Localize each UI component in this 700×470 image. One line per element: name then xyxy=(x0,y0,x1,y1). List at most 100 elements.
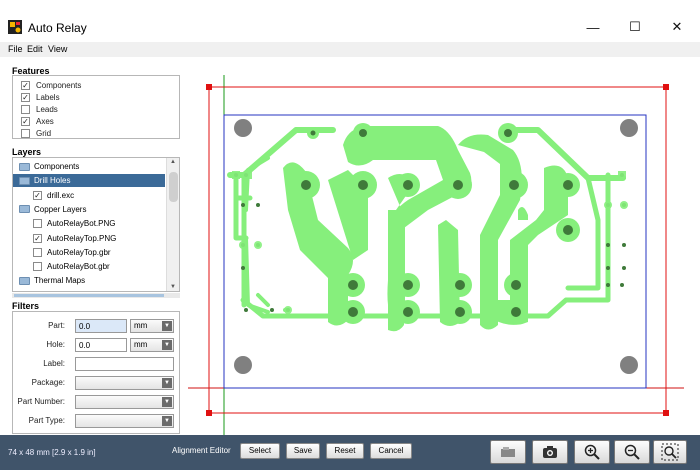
close-icon: ✕ xyxy=(671,19,683,34)
alignment-handle-tr xyxy=(663,84,669,90)
layers-icon xyxy=(501,447,515,457)
hole-label: Hole: xyxy=(46,340,65,349)
scroll-up-icon[interactable]: ▲ xyxy=(170,159,176,165)
layer-label: drill.exc xyxy=(47,190,75,200)
part-label: Part: xyxy=(48,321,65,330)
status-bar: 74 x 48 mm [2.9 x 1.9 in] Alignment Edit… xyxy=(0,435,700,470)
feature-label: Components xyxy=(36,80,82,90)
folder-icon xyxy=(19,205,30,214)
label-label: Label: xyxy=(43,359,65,368)
features-box: Components Labels Leads Axes Grid xyxy=(12,75,180,139)
part-type-select[interactable]: ▼ xyxy=(75,414,174,428)
left-panel: Features ComponentsLabelsLeadsAxesGrid L… xyxy=(0,60,184,435)
chevron-down-icon: ▼ xyxy=(162,321,172,331)
feature-labels-checkbox[interactable]: Labels xyxy=(21,91,60,103)
layers-hscrollbar[interactable] xyxy=(12,293,180,298)
maximize-button[interactable]: ☐ xyxy=(615,14,655,40)
select-button[interactable]: Select xyxy=(240,443,280,459)
feature-grid-checkbox[interactable]: Grid xyxy=(21,127,51,139)
checkbox-icon[interactable] xyxy=(21,92,30,102)
filters-box: Part: mm ▼ Hole: mm ▼ Label: Package: ▼ Pa… xyxy=(12,311,180,434)
package-select[interactable]: ▼ xyxy=(75,376,174,390)
copper-pours xyxy=(283,126,568,332)
layer-label: AutoRelayTop.gbr xyxy=(47,247,111,257)
feature-label: Axes xyxy=(36,116,54,126)
chevron-down-icon: ▼ xyxy=(162,397,172,407)
layer-item-copper-layers[interactable]: Copper Layers xyxy=(13,203,165,216)
reset-button[interactable]: Reset xyxy=(326,443,364,459)
layer-item-autorelaytop-gbr[interactable]: AutoRelayTop.gbr xyxy=(13,246,165,259)
checkbox-icon[interactable] xyxy=(33,262,42,272)
feature-components-checkbox[interactable]: Components xyxy=(21,79,81,91)
feature-label: Grid xyxy=(36,128,52,138)
save-button[interactable]: Save xyxy=(286,443,320,459)
checkbox-icon[interactable] xyxy=(33,233,42,243)
part-number-label: Part Number: xyxy=(17,397,65,406)
layer-item-drill-holes[interactable]: Drill Holes xyxy=(13,174,165,188)
layers-tree[interactable]: Components Drill Holes drill.exc Copper Lay… xyxy=(12,157,180,292)
alignment-handle-br xyxy=(663,410,669,416)
package-label: Package: xyxy=(31,378,65,387)
part-unit-value: mm xyxy=(134,321,148,330)
alignment-handle-bl xyxy=(206,410,212,416)
cancel-button[interactable]: Cancel xyxy=(370,443,412,459)
layer-item-components[interactable]: Components xyxy=(13,160,165,173)
layer-item-autorelaybot-gbr[interactable]: AutoRelayBot.gbr xyxy=(13,260,165,273)
layers-heading: Layers xyxy=(12,147,42,157)
alignment-handle-tl xyxy=(206,84,212,90)
folder-icon xyxy=(19,176,30,185)
filters-heading: Filters xyxy=(12,301,40,311)
scroll-down-icon[interactable]: ▼ xyxy=(170,284,176,290)
checkbox-icon[interactable] xyxy=(21,128,30,138)
close-button[interactable]: ✕ xyxy=(657,14,697,40)
zoom-in-icon xyxy=(584,444,600,460)
menu-file[interactable]: File xyxy=(8,44,23,54)
part-number-select[interactable]: ▼ xyxy=(75,395,174,409)
title-bar: Auto Relay — ☐ ✕ xyxy=(0,12,700,42)
layer-item-thermal-maps[interactable]: Thermal Maps xyxy=(13,274,165,287)
minimize-button[interactable]: — xyxy=(573,14,613,40)
layer-item-autorelaytop-png[interactable]: AutoRelayTop.PNG xyxy=(13,232,165,245)
menu-edit[interactable]: Edit xyxy=(27,44,43,54)
layer-label: AutoRelayBot.gbr xyxy=(47,262,110,272)
board-dimensions: 74 x 48 mm [2.9 x 1.9 in] xyxy=(8,448,96,457)
layer-label: Copper Layers xyxy=(34,204,87,214)
camera-icon xyxy=(543,446,557,458)
pcb-canvas[interactable] xyxy=(188,60,684,435)
hole-unit-value: mm xyxy=(134,340,148,349)
folder-icon xyxy=(19,162,30,171)
feature-label: Leads xyxy=(36,104,58,114)
app-icon xyxy=(8,20,22,34)
checkbox-icon[interactable] xyxy=(33,219,42,229)
window-title: Auto Relay xyxy=(28,21,87,35)
layer-label: AutoRelayBot.PNG xyxy=(47,219,116,229)
layer-item-autorelaybot-png[interactable]: AutoRelayBot.PNG xyxy=(13,217,165,230)
layer-label: Thermal Maps xyxy=(34,276,86,286)
zoom-out-button[interactable] xyxy=(614,440,650,464)
layers-scrollbar[interactable]: ▲ ▼ xyxy=(166,158,179,291)
part-unit-select[interactable]: mm ▼ xyxy=(130,319,174,333)
pcb-drawing[interactable] xyxy=(188,60,684,435)
layers-scroll-thumb[interactable] xyxy=(169,172,178,202)
zoom-fit-icon xyxy=(661,443,679,461)
feature-leads-checkbox[interactable]: Leads xyxy=(21,103,58,115)
hole-input[interactable] xyxy=(75,338,127,352)
hscroll-thumb[interactable] xyxy=(14,294,164,297)
chevron-down-icon: ▼ xyxy=(162,416,172,426)
part-input[interactable] xyxy=(75,319,127,333)
checkbox-icon[interactable] xyxy=(33,190,42,200)
layer-item-drill-exc[interactable]: drill.exc xyxy=(13,189,165,202)
feature-axes-checkbox[interactable]: Axes xyxy=(21,115,54,127)
layers-toggle-button[interactable] xyxy=(490,440,526,464)
checkbox-icon[interactable] xyxy=(21,80,30,90)
checkbox-icon[interactable] xyxy=(21,116,30,126)
zoom-in-button[interactable] xyxy=(574,440,610,464)
hole-unit-select[interactable]: mm ▼ xyxy=(130,338,174,352)
checkbox-icon[interactable] xyxy=(21,104,30,114)
zoom-fit-button[interactable] xyxy=(653,440,687,464)
label-input[interactable] xyxy=(75,357,174,371)
menu-view[interactable]: View xyxy=(48,44,67,54)
layer-label: Drill Holes xyxy=(34,176,71,186)
checkbox-icon[interactable] xyxy=(33,247,42,257)
snapshot-button[interactable] xyxy=(532,440,568,464)
